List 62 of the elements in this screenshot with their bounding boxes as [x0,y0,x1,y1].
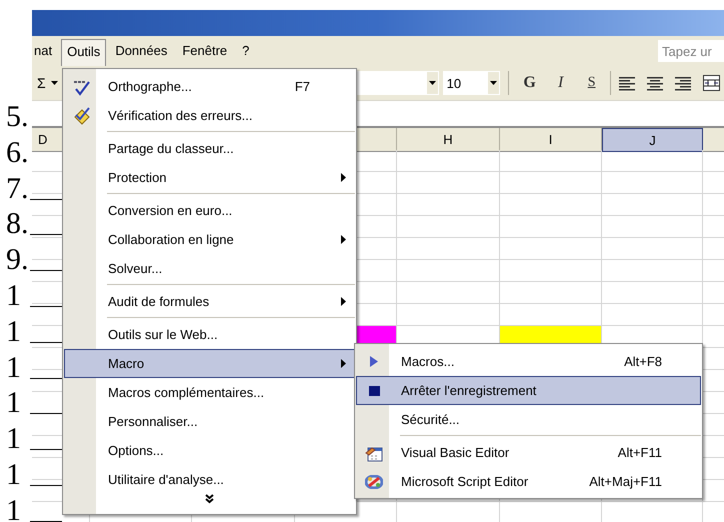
align-center-icon[interactable] [646,76,663,90]
play-icon [370,356,378,367]
list-number: 1 [6,460,21,490]
underline-button[interactable]: S [578,75,605,91]
menu-item[interactable]: Microsoft Script Editor Alt+Maj+F11 [356,467,701,496]
menu-item[interactable]: Personnaliser... [64,407,355,436]
colored-ring-icon [365,474,383,488]
dropdown-button[interactable] [486,71,500,95]
list-number: 1 [6,317,21,347]
list-number: 6. [6,138,28,168]
dropdown-button[interactable] [426,71,439,95]
menu-bar-item[interactable]: ? [236,38,256,64]
help-field[interactable]: Tapez ur [658,40,724,62]
menu-item[interactable]: Protection [64,163,355,192]
list-number: 9. [6,245,28,275]
menu-item[interactable]: Macro [64,349,355,378]
shortcut-text: Alt+F8 [624,354,663,369]
menu-item[interactable]: Vérification des erreurs... [64,101,355,130]
error-check-icon [72,106,90,124]
caret-icon[interactable] [50,81,58,85]
expand-chevron-icon[interactable] [205,494,214,504]
list-number: 1 [6,353,21,383]
list-number: 7. [6,174,28,204]
shortcut-text: Alt+F11 [618,445,663,460]
menu-item[interactable]: Macros... Alt+F8 [356,347,701,376]
list-number: 1 [6,388,21,418]
align-left-icon[interactable] [618,76,635,90]
menu-bar-item[interactable]: Données [109,38,174,64]
column-header[interactable]: I [500,128,602,152]
list-number: 5. [6,102,28,132]
menu-item[interactable]: Arrêter l'enregistrement [356,376,701,405]
caret-icon [490,81,497,85]
list-number: 1 [6,424,21,454]
menu-item[interactable]: Macros complémentaires... [64,378,355,407]
menu-item[interactable]: Outils sur le Web... [64,320,355,349]
menu-bar-item[interactable]: Outils [61,39,106,67]
menu-bar-item[interactable]: nat [33,38,58,64]
menu-item[interactable]: Visual Basic Editor Alt+F11 [356,438,701,467]
menu-item[interactable]: Collaboration en ligne [64,225,355,254]
menu-item[interactable]: Conversion en euro... [64,196,355,225]
list-number: 1 [6,496,21,522]
menu-item[interactable]: Sécurité... [356,405,701,434]
column-header[interactable]: H [397,128,500,152]
menu-item[interactable]: Utilitaire d'analyse... [64,465,355,494]
stop-icon [368,386,380,396]
menu-item[interactable]: Audit de formules [64,287,355,316]
autosum-button[interactable]: Σ [35,75,48,91]
menu-bar-item[interactable]: Fenêtre [176,38,234,64]
menu-item[interactable]: Orthographe... F7 [64,72,355,101]
list-number: 1 [6,281,21,311]
merge-cells-icon[interactable] [702,75,720,91]
menu-item[interactable]: Solveur... [64,254,355,283]
align-right-icon[interactable] [674,76,691,90]
shortcut-text: F7 [294,79,311,94]
shortcut-text: Alt+Maj+F11 [589,474,663,489]
bold-button[interactable]: G [516,74,543,92]
list-number: 8. [6,209,28,239]
italic-button[interactable]: I [548,74,574,92]
caret-icon [428,81,436,85]
column-header[interactable]: J [602,128,703,152]
font-size-field[interactable]: 10 [442,71,487,95]
menu-item[interactable]: Options... [64,436,355,465]
